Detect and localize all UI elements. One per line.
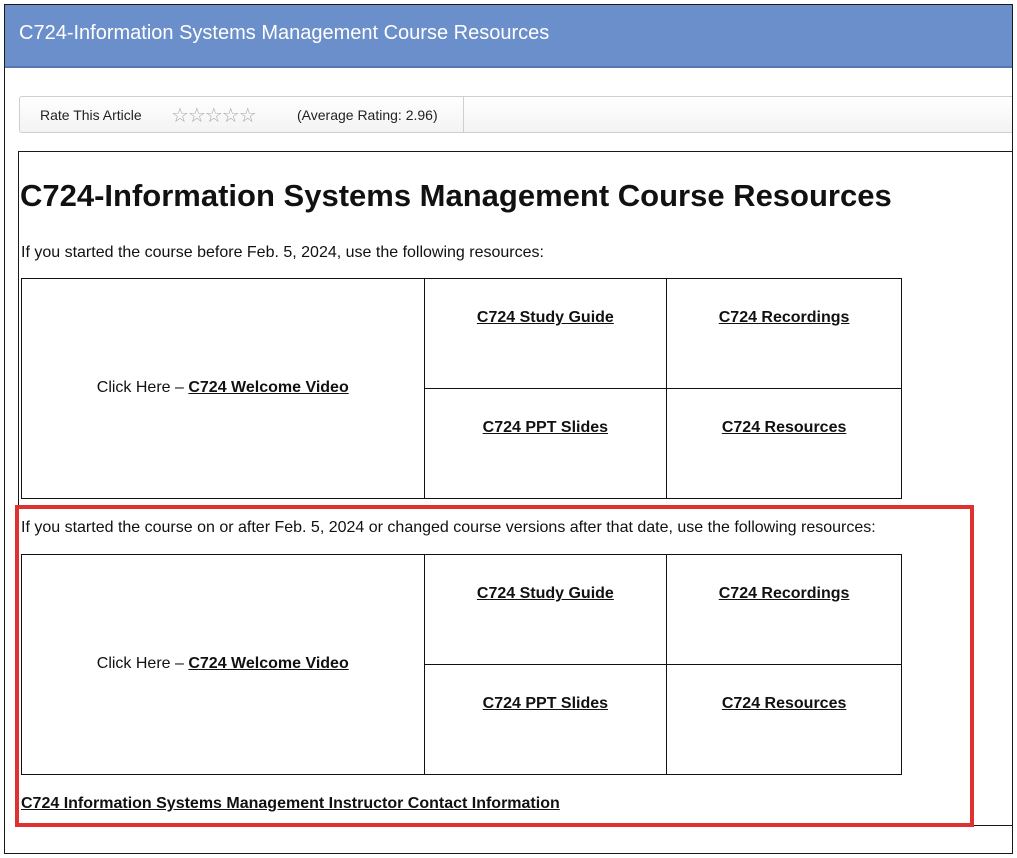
average-rating-text: (Average Rating: 2.96) xyxy=(297,107,438,123)
recordings-link[interactable]: C724 Recordings xyxy=(719,585,850,602)
welcome-video-cell: Click Here – C724 Welcome Video xyxy=(21,554,425,775)
study-guide-link[interactable]: C724 Study Guide xyxy=(477,309,614,326)
study-guide-cell: C724 Study Guide xyxy=(423,278,668,389)
welcome-video-link[interactable]: C724 Welcome Video xyxy=(188,379,348,396)
ppt-slides-link[interactable]: C724 PPT Slides xyxy=(483,695,608,712)
welcome-prefix: Click Here – xyxy=(96,379,189,396)
article-frame: C724-Information Systems Management Cour… xyxy=(4,4,1013,854)
resources-cell: C724 Resources xyxy=(666,388,902,499)
ppt-slides-cell: C724 PPT Slides xyxy=(423,388,668,499)
recordings-cell: C724 Recordings xyxy=(666,278,902,389)
resources-table-before: Click Here – C724 Welcome Video C724 Stu… xyxy=(21,278,902,499)
toolbar-divider xyxy=(463,97,464,132)
study-guide-link[interactable]: C724 Study Guide xyxy=(477,585,614,602)
welcome-video-link[interactable]: C724 Welcome Video xyxy=(188,655,348,672)
resources-cell: C724 Resources xyxy=(666,664,902,775)
recordings-cell: C724 Recordings xyxy=(666,554,902,665)
welcome-video-cell: Click Here – C724 Welcome Video xyxy=(21,278,425,499)
contact-info-row: C724 Information Systems Management Inst… xyxy=(21,795,560,813)
rating-toolbar: Rate This Article ☆☆☆☆☆ (Average Rating:… xyxy=(19,96,1012,133)
resources-table-after: Click Here – C724 Welcome Video C724 Stu… xyxy=(21,554,902,775)
title-bar: C724-Information Systems Management Cour… xyxy=(5,5,1012,68)
rate-article-label: Rate This Article xyxy=(40,107,142,123)
ppt-slides-cell: C724 PPT Slides xyxy=(423,664,668,775)
section-after-intro: If you started the course on or after Fe… xyxy=(21,519,876,536)
resources-link[interactable]: C724 Resources xyxy=(722,695,847,712)
resources-link[interactable]: C724 Resources xyxy=(722,419,847,436)
welcome-prefix: Click Here – xyxy=(96,655,189,672)
study-guide-cell: C724 Study Guide xyxy=(423,554,668,665)
section-before-intro: If you started the course before Feb. 5,… xyxy=(21,244,544,261)
star-rating-icon[interactable]: ☆☆☆☆☆ xyxy=(171,103,257,128)
article-heading: C724-Information Systems Management Cour… xyxy=(20,178,892,213)
instructor-contact-link[interactable]: C724 Information Systems Management Inst… xyxy=(21,795,560,812)
article-content: C724-Information Systems Management Cour… xyxy=(18,151,1012,826)
page-title: C724-Information Systems Management Cour… xyxy=(19,22,550,44)
ppt-slides-link[interactable]: C724 PPT Slides xyxy=(483,419,608,436)
recordings-link[interactable]: C724 Recordings xyxy=(719,309,850,326)
